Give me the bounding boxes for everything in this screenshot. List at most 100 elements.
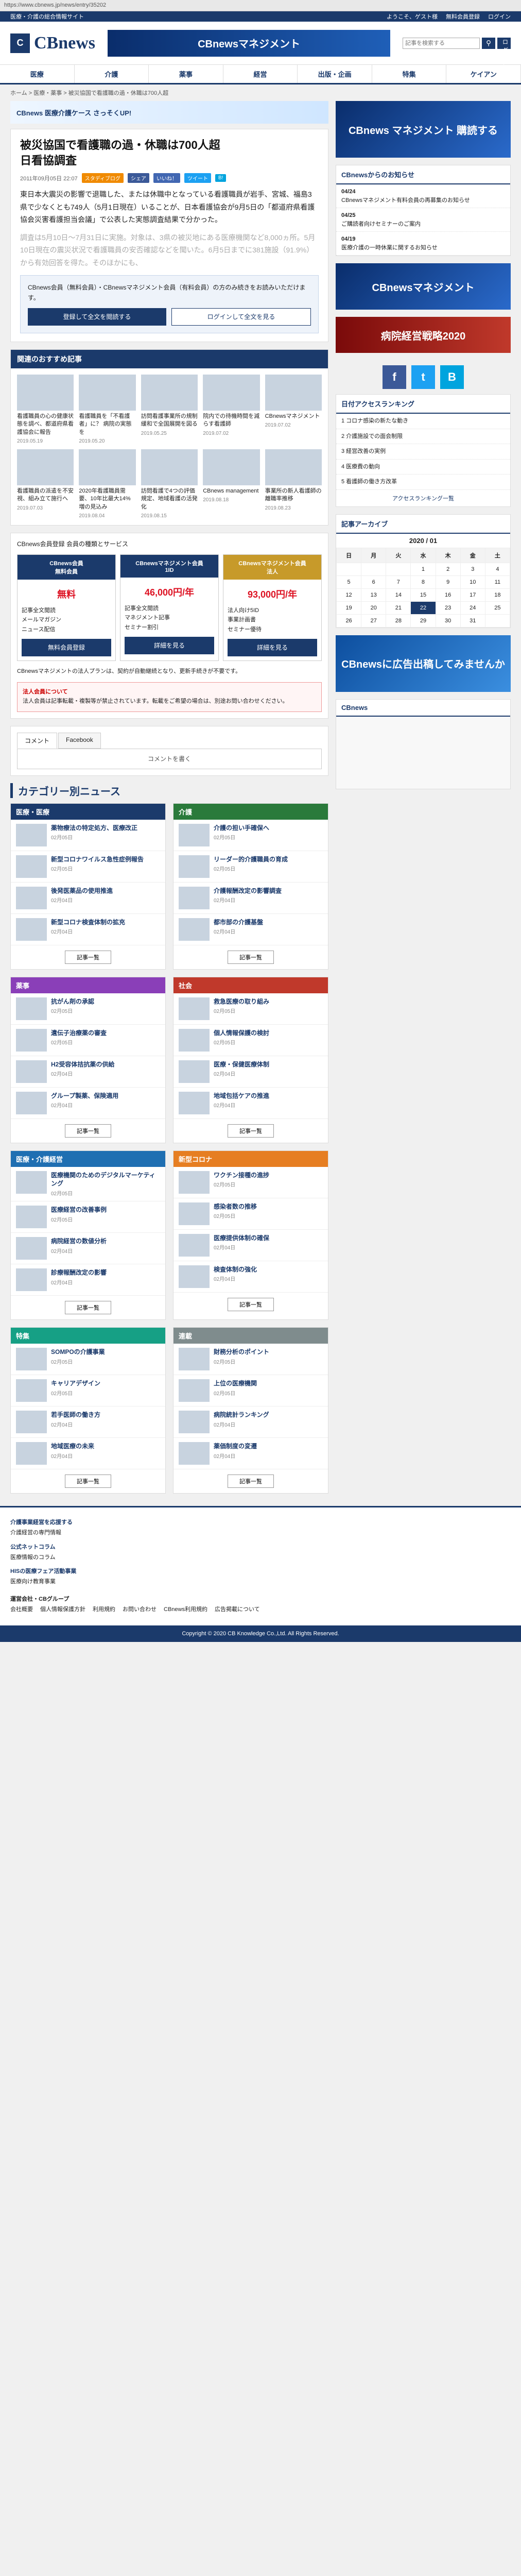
- category-item[interactable]: 病院統計ランキング 02月04日: [173, 1406, 328, 1438]
- category-header[interactable]: 介護: [173, 803, 328, 820]
- footer-group-title[interactable]: 公式ネットコラム: [10, 1543, 511, 1553]
- category-item[interactable]: 薬価制度の変遷 02月04日: [173, 1438, 328, 1470]
- hatena-button[interactable]: B!: [215, 174, 227, 182]
- category-item[interactable]: 感染者数の推移 02月05日: [173, 1198, 328, 1230]
- category-item-title[interactable]: 都市部の介護基盤: [214, 918, 263, 927]
- recommend-item[interactable]: 看護職員の派遣を不安視、組み立て施行へ 2019.07.03: [17, 449, 74, 519]
- tag-badge[interactable]: スタディブログ: [81, 173, 124, 183]
- category-item[interactable]: 都市部の介護基盤 02月04日: [173, 914, 328, 945]
- recommend-thumb[interactable]: [17, 449, 74, 485]
- like-button[interactable]: いいね！: [153, 173, 181, 183]
- category-item-title[interactable]: 若手医師の働き方: [51, 1411, 100, 1419]
- calendar-day[interactable]: 8: [410, 575, 436, 589]
- category-more-button[interactable]: 記事一覧: [65, 1475, 111, 1488]
- calendar-day[interactable]: 5: [336, 575, 362, 589]
- category-item[interactable]: SOMPOの介護事業 02月05日: [11, 1344, 165, 1376]
- recommend-item[interactable]: CBnewsマネジメント 2019.07.02: [265, 374, 322, 444]
- category-item-title[interactable]: 新型コロナワイルス急性症例報告: [51, 855, 144, 864]
- category-header[interactable]: 医療・医療: [11, 803, 165, 820]
- calendar-day[interactable]: 29: [410, 614, 436, 628]
- calendar-day[interactable]: 30: [435, 614, 461, 628]
- category-thumb[interactable]: [16, 1237, 47, 1260]
- sidebar-ad-advertise[interactable]: CBnewsに広告出稿してみませんか: [336, 635, 511, 692]
- category-item-title[interactable]: 抗がん剤の承認: [51, 997, 94, 1006]
- category-thumb[interactable]: [179, 1171, 210, 1194]
- category-item[interactable]: 抗がん剤の承認 02月05日: [11, 993, 165, 1025]
- category-thumb[interactable]: [179, 997, 210, 1020]
- category-item-title[interactable]: 地域医療の未来: [51, 1442, 94, 1451]
- recommend-item[interactable]: CBnews management 2019.08.18: [203, 449, 260, 519]
- nav-item-medical[interactable]: 医療: [0, 65, 75, 83]
- category-header[interactable]: 特集: [11, 1328, 165, 1344]
- footer-link[interactable]: 広告掲載について: [215, 1605, 260, 1615]
- category-item[interactable]: 介護の担い手確保へ 02月05日: [173, 820, 328, 851]
- promo-bar[interactable]: CBnews 医療介護ケース さっそくUP!: [10, 101, 328, 124]
- category-header[interactable]: 社会: [173, 977, 328, 993]
- category-item-title[interactable]: 財務分析のポイント: [214, 1348, 269, 1357]
- sidebar-ad-subscribe[interactable]: CBnews マネジメント 購読する: [336, 101, 511, 158]
- nav-item-pharma[interactable]: 薬事: [149, 65, 223, 83]
- recommend-item[interactable]: 訪問看護事業所の規制緩和で全国展開を図る 2019.05.25: [141, 374, 198, 444]
- calendar-day[interactable]: 31: [460, 614, 485, 628]
- search-input[interactable]: [403, 37, 480, 49]
- calendar-day[interactable]: 23: [435, 601, 461, 615]
- category-item-title[interactable]: 感染者数の推移: [214, 1202, 257, 1211]
- category-thumb[interactable]: [16, 1348, 47, 1371]
- recommend-thumb[interactable]: [141, 374, 198, 411]
- category-item[interactable]: 医療提供体制の確保 02月04日: [173, 1230, 328, 1261]
- category-item[interactable]: 新型コロナワイルス急性症例報告 02月05日: [11, 851, 165, 883]
- calendar-day[interactable]: 24: [460, 601, 485, 615]
- category-more-button[interactable]: 記事一覧: [228, 1124, 274, 1138]
- calendar-day[interactable]: 21: [386, 601, 411, 615]
- category-thumb[interactable]: [16, 997, 47, 1020]
- category-more-button[interactable]: 記事一覧: [65, 1301, 111, 1315]
- calendar-day[interactable]: [361, 562, 387, 576]
- category-item[interactable]: 後発医薬品の使用推進 02月04日: [11, 883, 165, 914]
- category-thumb[interactable]: [179, 1202, 210, 1225]
- share-badge[interactable]: シェア: [128, 173, 150, 183]
- category-item[interactable]: キャリアデザイン 02月05日: [11, 1375, 165, 1407]
- nav-item-management[interactable]: 経営: [223, 65, 298, 83]
- category-item-title[interactable]: 医療機関のためのデジタルマーケティング: [51, 1171, 160, 1189]
- category-item[interactable]: グループ製薬、保険適用 02月04日: [11, 1088, 165, 1119]
- register-link[interactable]: 無料会員登録: [446, 12, 480, 21]
- header-login-button[interactable]: ログイン: [497, 37, 511, 70]
- category-thumb[interactable]: [16, 1411, 47, 1434]
- category-item[interactable]: 診療報酬改定の影響 02月04日: [11, 1264, 165, 1296]
- notice-item[interactable]: 04/25 ご購読者向けセミナーのご案内: [336, 208, 510, 232]
- facebook-icon[interactable]: f: [383, 365, 406, 389]
- category-item-title[interactable]: SOMPOの介護事業: [51, 1348, 105, 1357]
- nav-item-publishing[interactable]: 出版・企画: [298, 65, 372, 83]
- calendar-day[interactable]: 22: [410, 601, 436, 615]
- recommend-item[interactable]: 2020年看護職員需要、10年比最大14%増の見込み 2019.08.04: [79, 449, 136, 519]
- recommend-item[interactable]: 看護職員の心の健康状態を調べ、都道府県看護協会に報告 2019.05.19: [17, 374, 74, 444]
- site-logo[interactable]: C CBnews: [10, 33, 95, 53]
- plan-cta-button[interactable]: 詳細を見る: [228, 638, 317, 656]
- category-header[interactable]: 新型コロナ: [173, 1150, 328, 1167]
- category-thumb[interactable]: [16, 1442, 47, 1465]
- category-item[interactable]: 地域包括ケアの推進 02月04日: [173, 1088, 328, 1119]
- category-item-title[interactable]: ワクチン接種の進捗: [214, 1171, 269, 1180]
- calendar-day[interactable]: 16: [435, 588, 461, 602]
- breadcrumb[interactable]: ホーム > 医療・薬事 > 被災協国で看護職の過・休職は700人超: [0, 84, 521, 101]
- category-item-title[interactable]: 病院経営の数値分析: [51, 1237, 107, 1246]
- category-thumb[interactable]: [179, 1442, 210, 1465]
- category-thumb[interactable]: [179, 855, 210, 878]
- sidebar-ad-management[interactable]: CBnewsマネジメント: [336, 263, 511, 310]
- category-item-title[interactable]: 救急医療の取り組み: [214, 997, 269, 1006]
- category-thumb[interactable]: [16, 1206, 47, 1229]
- category-item-title[interactable]: リーダー的介護職員の育成: [214, 855, 288, 864]
- recommend-thumb[interactable]: [203, 374, 260, 411]
- calendar-day[interactable]: 12: [336, 588, 362, 602]
- category-item-title[interactable]: H2受容体拮抗薬の供給: [51, 1060, 114, 1069]
- calendar-day[interactable]: [336, 562, 362, 576]
- category-thumb[interactable]: [179, 1348, 210, 1371]
- recommend-thumb[interactable]: [203, 449, 260, 485]
- calendar-day[interactable]: 10: [460, 575, 485, 589]
- category-thumb[interactable]: [16, 1091, 47, 1114]
- category-item[interactable]: 病院経営の数値分析 02月04日: [11, 1233, 165, 1265]
- category-item[interactable]: 医療・保健医療体制 02月04日: [173, 1056, 328, 1088]
- recommend-item[interactable]: 訪問看護で4つの評価規定、地域看護の活発化 2019.08.15: [141, 449, 198, 519]
- calendar-day[interactable]: 3: [460, 562, 485, 576]
- category-item-title[interactable]: 後発医薬品の使用推進: [51, 887, 113, 895]
